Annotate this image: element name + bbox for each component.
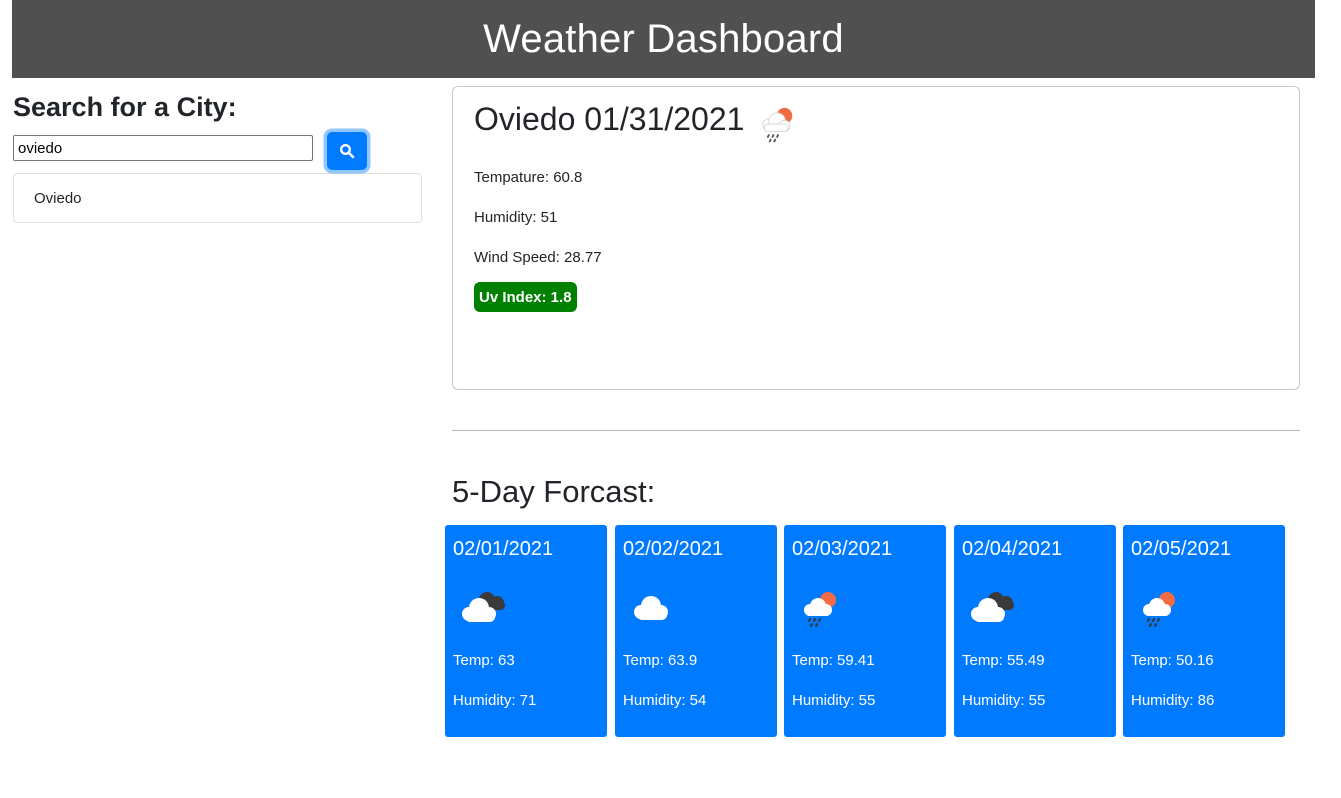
forecast-temp: Temp: 59.41 [792, 652, 875, 669]
forecast-humidity: Humidity: 55 [962, 692, 1046, 709]
forecast-date: 02/02/2021 [623, 538, 724, 560]
forecast-card: 02/04/2021 Temp: 55.49 Humidity: 55 [954, 525, 1116, 737]
section-divider [452, 430, 1300, 431]
page-title: Weather Dashboard [483, 16, 844, 61]
rain-sun-icon [796, 588, 852, 637]
forecast-date: 02/01/2021 [453, 538, 554, 560]
rain-sun-icon [1135, 588, 1191, 637]
app-header: Weather Dashboard [12, 0, 1315, 78]
forecast-card: 02/05/2021 Temp: 50.16 Humidity: 86 [1123, 525, 1285, 737]
cloud-icon [627, 588, 683, 633]
forecast-date: 02/04/2021 [962, 538, 1063, 560]
forecast-humidity: Humidity: 86 [1131, 692, 1215, 709]
search-history-list: Oviedo [13, 173, 422, 223]
broken-clouds-icon [457, 588, 513, 633]
current-temperature: Tempature: 60.8 [474, 169, 583, 186]
forecast-date: 02/05/2021 [1131, 538, 1232, 560]
uv-index-badge: Uv Index: 1.8 [474, 282, 577, 312]
broken-clouds-icon [966, 588, 1022, 633]
forecast-temp: Temp: 55.49 [962, 652, 1045, 669]
rain-sun-icon [755, 101, 801, 152]
forecast-date: 02/03/2021 [792, 538, 893, 560]
forecast-card: 02/03/2021 Temp: 59.41 Humidity: 55 [784, 525, 946, 737]
current-wind-speed: Wind Speed: 28.77 [474, 249, 602, 266]
city-search-input[interactable] [13, 135, 313, 161]
search-icon [339, 143, 355, 159]
forecast-temp: Temp: 63 [453, 652, 515, 669]
forecast-cards: 02/01/2021 Temp: 63 Humidity: 71 02/02/2… [445, 525, 1295, 737]
history-item-oviedo[interactable]: Oviedo [14, 174, 421, 222]
current-city-date: Oviedo 01/31/2021 [474, 101, 745, 137]
forecast-humidity: Humidity: 55 [792, 692, 876, 709]
forecast-temp: Temp: 63.9 [623, 652, 698, 669]
forecast-temp: Temp: 50.16 [1131, 652, 1214, 669]
current-humidity: Humidity: 51 [474, 209, 558, 226]
current-weather-card: Oviedo 01/31/2021 Tempature: 60.8 Humidi… [452, 86, 1300, 390]
forecast-card: 02/01/2021 Temp: 63 Humidity: 71 [445, 525, 607, 737]
forecast-humidity: Humidity: 71 [453, 692, 537, 709]
forecast-card: 02/02/2021 Temp: 63.9 Humidity: 54 [615, 525, 777, 737]
search-button[interactable] [327, 132, 367, 170]
forecast-humidity: Humidity: 54 [623, 692, 707, 709]
forecast-title: 5-Day Forcast: [452, 474, 656, 509]
search-title: Search for a City: [13, 92, 237, 122]
